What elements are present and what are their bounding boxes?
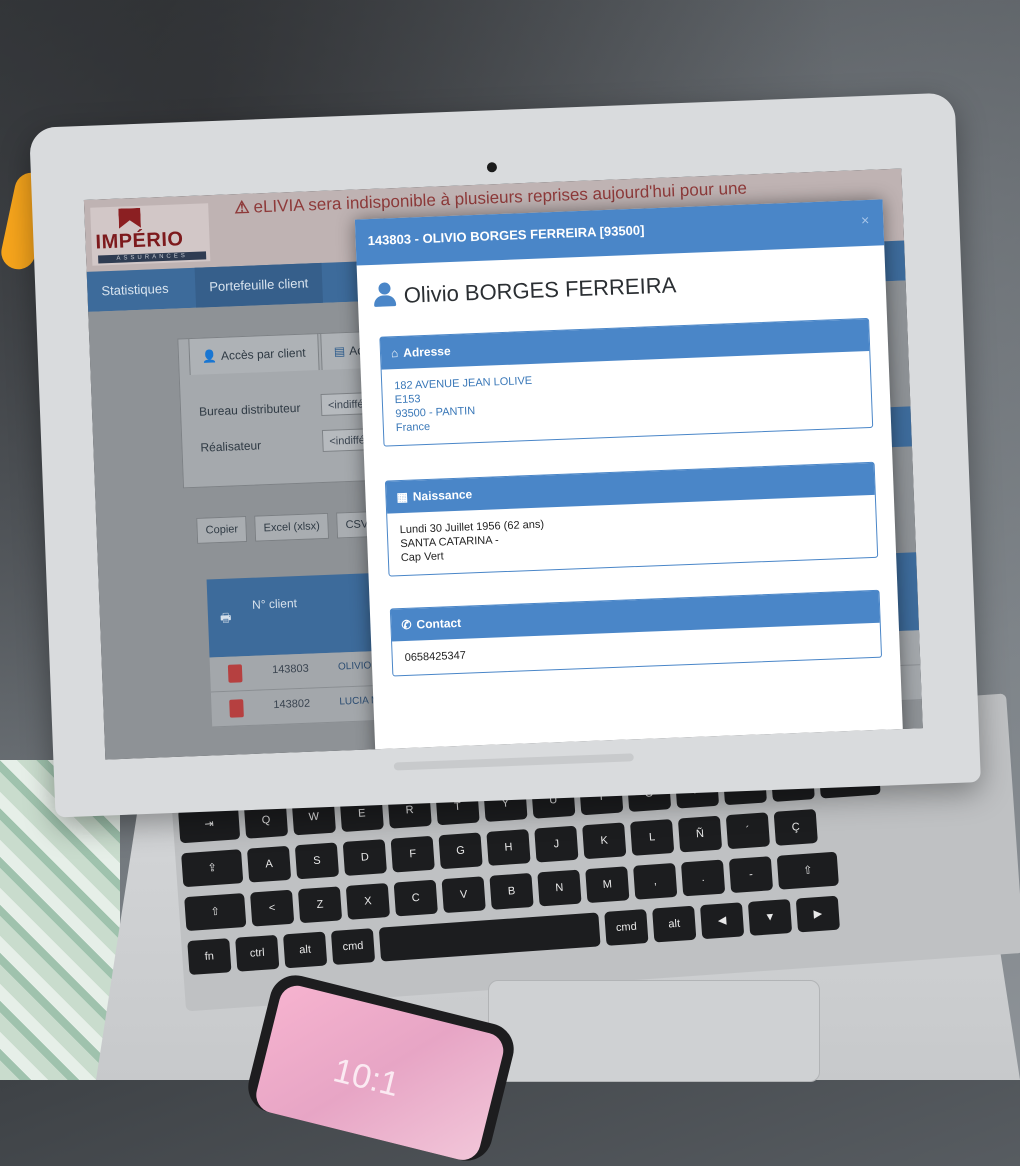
address-title: Adresse	[402, 344, 451, 360]
address-panel: ⌂ Adresse 182 AVENUE JEAN LOLIVE E153 935…	[379, 317, 874, 447]
brand-logo[interactable]: IMPÉRIO ASSURANCES	[90, 203, 211, 266]
contact-title: Contact	[416, 615, 462, 632]
contact-panel: ✆ Contact 0658425347	[389, 589, 883, 677]
bureau-label: Bureau distributeur	[198, 400, 301, 419]
keyboard-key[interactable]: N	[537, 869, 582, 907]
tab-acces-client[interactable]: 👤 Accès par client	[188, 333, 320, 376]
keyboard-key[interactable]: V	[441, 876, 486, 914]
pdf-icon[interactable]	[227, 664, 243, 683]
keyboard-key[interactable]: <	[250, 889, 295, 927]
nav-item-portefeuille[interactable]: Portefeuille client	[194, 262, 324, 308]
calendar-icon: ▦	[396, 489, 409, 505]
keyboard-key[interactable]: ▼	[747, 898, 793, 936]
keyboard-key[interactable]: ⇪	[181, 849, 244, 888]
hinge	[393, 753, 634, 771]
web-app: IMPÉRIO ASSURANCES ⚠ eLIVIA sera indispon…	[83, 168, 923, 760]
keyboard-key[interactable]: ´	[725, 812, 771, 850]
camera	[486, 162, 498, 173]
keyboard-key[interactable]: alt	[283, 931, 328, 969]
keyboard-key[interactable]: A	[246, 845, 292, 883]
client-detail-modal: 143803 - OLIVIO BORGES FERREIRA [93500] …	[354, 199, 904, 760]
keyboard-key[interactable]: K	[582, 822, 627, 860]
user-icon	[373, 282, 396, 307]
keyboard-key[interactable]: S	[294, 842, 340, 880]
realisateur-label: Réalisateur	[200, 438, 262, 455]
keyboard-key[interactable]: ctrl	[235, 934, 280, 972]
laptop-lid: IMPÉRIO ASSURANCES ⚠ eLIVIA sera indispon…	[29, 92, 981, 818]
laptop-screen: IMPÉRIO ASSURANCES ⚠ eLIVIA sera indispon…	[83, 168, 923, 760]
keyboard-key[interactable]: B	[489, 872, 534, 910]
keyboard-key[interactable]: D	[342, 839, 387, 876]
keyboard-key[interactable]: C	[393, 879, 438, 917]
keyboard-key[interactable]	[378, 912, 601, 962]
warning-icon: ⚠	[233, 197, 250, 218]
client-number-cell: 143803	[271, 662, 310, 677]
keyboard-key[interactable]: cmd	[330, 928, 376, 965]
copy-button[interactable]: Copier	[196, 515, 248, 544]
keyboard-key[interactable]: L	[630, 819, 675, 856]
birth-title: Naissance	[412, 487, 473, 504]
user-icon: 👤	[201, 348, 218, 364]
birth-panel: ▦ Naissance Lundi 30 Juillet 1956 (62 ans…	[384, 461, 879, 577]
printer-icon[interactable]: 🖶	[220, 609, 232, 630]
logo-mark-icon	[118, 208, 141, 229]
trackpad	[488, 980, 820, 1082]
column-client-number[interactable]: N° client	[247, 596, 301, 612]
client-name-heading: Olivio BORGES FERREIRA	[373, 271, 676, 310]
keyboard-key[interactable]: J	[534, 825, 579, 863]
tab-label: Accès par client	[220, 345, 306, 363]
file-icon: ▤	[333, 344, 346, 359]
client-name-text: Olivio BORGES FERREIRA	[403, 272, 677, 308]
keyboard-key[interactable]: F	[390, 835, 435, 873]
keyboard-key[interactable]: ▶	[795, 895, 841, 933]
modal-title: 143803 - OLIVIO BORGES FERREIRA [93500]	[367, 222, 645, 249]
keyboard-key[interactable]: .	[680, 859, 726, 897]
keyboard-key[interactable]: ◀	[699, 902, 745, 940]
home-icon: ⌂	[390, 346, 399, 361]
keyboard-key[interactable]: fn	[187, 938, 232, 976]
phone-number[interactable]: 0658425347	[404, 633, 868, 665]
pdf-icon[interactable]	[229, 699, 244, 718]
keyboard-key[interactable]: cmd	[604, 909, 649, 946]
keyboard-key[interactable]: Z	[297, 886, 343, 924]
keyboard-key[interactable]: M	[585, 866, 630, 904]
nav-item-statistiques[interactable]: Statistiques	[87, 268, 184, 312]
keyboard-key[interactable]: ⇧	[184, 893, 247, 932]
keyboard-key[interactable]: alt	[652, 905, 697, 943]
client-number-cell: 143802	[273, 697, 311, 712]
keyboard-key[interactable]: ⇧	[776, 851, 839, 890]
phone-time: 10:1	[329, 1051, 404, 1105]
close-icon[interactable]: ×	[861, 212, 870, 228]
brand-name: IMPÉRIO	[95, 228, 184, 254]
keyboard-key[interactable]: ,	[633, 862, 678, 900]
keyboard-key[interactable]: X	[345, 882, 391, 920]
keyboard-key[interactable]: Ç	[773, 808, 818, 846]
keyboard-key[interactable]: H	[486, 829, 531, 866]
keyboard-key[interactable]: Ñ	[677, 815, 723, 853]
keyboard-key[interactable]: G	[438, 832, 483, 870]
excel-button[interactable]: Excel (xlsx)	[254, 512, 330, 542]
keyboard-key[interactable]: -	[728, 856, 774, 894]
phone-icon: ✆	[401, 617, 412, 633]
